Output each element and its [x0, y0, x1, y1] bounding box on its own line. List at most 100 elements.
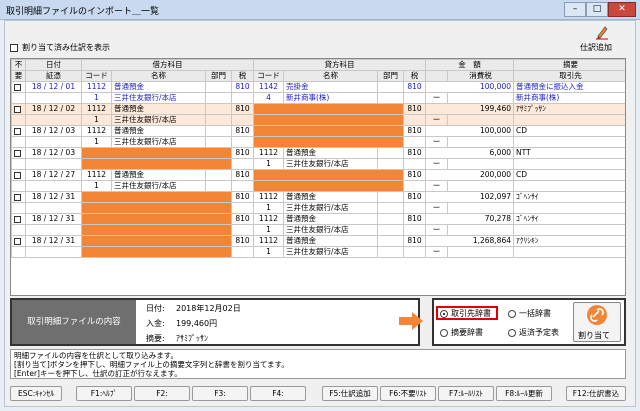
- row-checkbox[interactable]: [11, 235, 26, 247]
- table-row[interactable]: 1 三井住友銀行/本店 ー: [11, 202, 625, 214]
- cr-sub-dept-cell[interactable]: [377, 224, 404, 236]
- cr-sub-name-cell[interactable]: 三井住友銀行/本店: [283, 246, 378, 258]
- close-button[interactable]: ✕: [608, 2, 636, 17]
- dr-tax-cell[interactable]: 810: [231, 147, 254, 159]
- checkbox-box[interactable]: [14, 105, 21, 113]
- cr-code-cell[interactable]: 1112: [253, 191, 284, 203]
- consumption-tax-cell[interactable]: [447, 180, 514, 192]
- dr-sub-code-cell[interactable]: 1: [81, 92, 112, 104]
- cr-dept-cell[interactable]: [377, 191, 404, 203]
- cr-sub-tax-cell[interactable]: [403, 114, 426, 126]
- amount-cell[interactable]: 100,000: [425, 81, 514, 93]
- dr-sub-tax-cell[interactable]: [231, 246, 254, 258]
- dr-tax-cell[interactable]: 810: [231, 81, 254, 93]
- memo-cell[interactable]: ｱｸﾘｼｷﾝ: [513, 235, 625, 247]
- cr-tax-cell[interactable]: 810: [403, 147, 426, 159]
- debit-sub-empty-cell[interactable]: [81, 224, 232, 236]
- option-partner-dictionary[interactable]: 取引先辞書: [440, 308, 491, 319]
- tax-amount-cell[interactable]: ー: [425, 158, 448, 170]
- checkbox-box[interactable]: [14, 149, 21, 157]
- consumption-tax-cell[interactable]: [447, 114, 514, 126]
- option-bulk-dictionary[interactable]: 一括辞書: [508, 308, 551, 319]
- dr-sub-dept-cell[interactable]: [205, 92, 232, 104]
- checkbox-box[interactable]: [14, 237, 21, 245]
- cr-tax-cell[interactable]: 810: [403, 213, 426, 225]
- date-cell[interactable]: 18 / 12 / 02: [25, 103, 82, 115]
- partner-cell[interactable]: [513, 224, 625, 236]
- tax-amount-cell[interactable]: ー: [425, 202, 448, 214]
- checkbox-box[interactable]: [14, 215, 21, 223]
- table-row[interactable]: 1 三井住友銀行/本店 4 新井商事(株) ー新井商事(株): [11, 92, 625, 104]
- amount-cell[interactable]: 100,000: [425, 125, 514, 137]
- credit-empty-cell[interactable]: [253, 169, 404, 181]
- dr-sub-tax-cell[interactable]: [231, 224, 254, 236]
- dr-tax-cell[interactable]: 810: [231, 213, 254, 225]
- table-row[interactable]: 18 / 12 / 01 1112 普通預金 810 1142 売掛金 810 100,000…: [11, 81, 625, 93]
- cr-sub-tax-cell[interactable]: [403, 224, 426, 236]
- memo-cell[interactable]: ｺﾞﾍﾝｻｲ: [513, 213, 625, 225]
- dr-tax-cell[interactable]: 810: [231, 191, 254, 203]
- memo-cell[interactable]: CD: [513, 125, 625, 137]
- option-repayment-schedule[interactable]: 返済予定表: [508, 327, 559, 338]
- f7-rule-list-button[interactable]: F7:ﾙｰﾙﾘｽﾄ: [438, 386, 494, 401]
- dr-sub-tax-cell[interactable]: [231, 136, 254, 148]
- dr-dept-cell[interactable]: [205, 169, 232, 181]
- amount-cell[interactable]: 199,460: [425, 103, 514, 115]
- radio-icon[interactable]: [508, 328, 516, 337]
- consumption-tax-cell[interactable]: [447, 136, 514, 148]
- cr-tax-cell[interactable]: 810: [403, 103, 426, 115]
- row-checkbox[interactable]: [11, 81, 26, 93]
- cr-code-cell[interactable]: 1112: [253, 213, 284, 225]
- partner-cell[interactable]: [513, 246, 625, 258]
- f8-rule-update-button[interactable]: F8:ﾙｰﾙ更新: [496, 386, 552, 401]
- memo-cell[interactable]: ｱｻﾐﾌﾟｯｻﾝ: [513, 103, 625, 115]
- radio-icon[interactable]: [440, 328, 448, 337]
- consumption-tax-cell[interactable]: [447, 202, 514, 214]
- table-row[interactable]: 18 / 12 / 27 1112 普通預金 810 810 200,000 CD: [11, 169, 625, 181]
- credit-empty-cell[interactable]: [253, 103, 404, 115]
- dr-sub-dept-cell[interactable]: [205, 136, 232, 148]
- dr-sub-tax-cell[interactable]: [231, 92, 254, 104]
- cr-sub-code-cell[interactable]: 1: [253, 202, 284, 214]
- date-cell[interactable]: 18 / 12 / 31: [25, 191, 82, 203]
- table-row[interactable]: 18 / 12 / 03 810 1112 普通預金 810 6,000 NTT: [11, 147, 625, 159]
- dr-dept-cell[interactable]: [205, 81, 232, 93]
- tax-amount-cell[interactable]: ー: [425, 92, 448, 104]
- date-cell[interactable]: 18 / 12 / 03: [25, 147, 82, 159]
- dr-sub-name-cell[interactable]: 三井住友銀行/本店: [111, 180, 206, 192]
- cr-sub-name-cell[interactable]: 三井住友銀行/本店: [283, 202, 378, 214]
- tax-amount-cell[interactable]: ー: [425, 114, 448, 126]
- partner-cell[interactable]: [513, 180, 625, 192]
- dr-sub-tax-cell[interactable]: [231, 180, 254, 192]
- cr-tax-cell[interactable]: 810: [403, 125, 426, 137]
- cr-sub-dept-cell[interactable]: [377, 158, 404, 170]
- add-journal-label[interactable]: 仕訳追加: [580, 42, 612, 53]
- dr-code-cell[interactable]: 1112: [81, 103, 112, 115]
- tax-amount-cell[interactable]: ー: [425, 246, 448, 258]
- cr-sub-dept-cell[interactable]: [377, 92, 404, 104]
- checkbox-box[interactable]: [14, 127, 21, 135]
- dr-sub-code-cell[interactable]: 1: [81, 136, 112, 148]
- esc-cancel-button[interactable]: ESC:ｷｬﾝｾﾙ: [10, 386, 62, 401]
- cr-sub-dept-cell[interactable]: [377, 202, 404, 214]
- cr-dept-cell[interactable]: [377, 213, 404, 225]
- assign-label[interactable]: 割り当て: [578, 330, 610, 341]
- row-checkbox[interactable]: [11, 213, 26, 225]
- cr-name-cell[interactable]: 普通預金: [283, 191, 378, 203]
- dr-sub-dept-cell[interactable]: [205, 114, 232, 126]
- checkbox-box[interactable]: [14, 83, 21, 91]
- checkbox-box[interactable]: [14, 171, 21, 179]
- f5-add-journal-button[interactable]: F5:仕訳追加: [322, 386, 378, 401]
- dr-name-cell[interactable]: 普通預金: [111, 125, 206, 137]
- f6-unneeded-list-button[interactable]: F6:不要ﾘｽﾄ: [380, 386, 436, 401]
- partner-cell[interactable]: 新井商事(株): [513, 92, 625, 104]
- dr-tax-cell[interactable]: 810: [231, 103, 254, 115]
- cr-sub-tax-cell[interactable]: [403, 92, 426, 104]
- cr-sub-tax-cell[interactable]: [403, 158, 426, 170]
- f2-button[interactable]: F2:: [134, 386, 190, 401]
- cr-name-cell[interactable]: 普通預金: [283, 235, 378, 247]
- dr-tax-cell[interactable]: 810: [231, 235, 254, 247]
- table-row[interactable]: 18 / 12 / 02 1112 普通預金 810 810 199,460 ｱｻﾐﾌﾟｯｻ…: [11, 103, 625, 115]
- radio-icon[interactable]: [508, 309, 516, 318]
- tax-amount-cell[interactable]: ー: [425, 180, 448, 192]
